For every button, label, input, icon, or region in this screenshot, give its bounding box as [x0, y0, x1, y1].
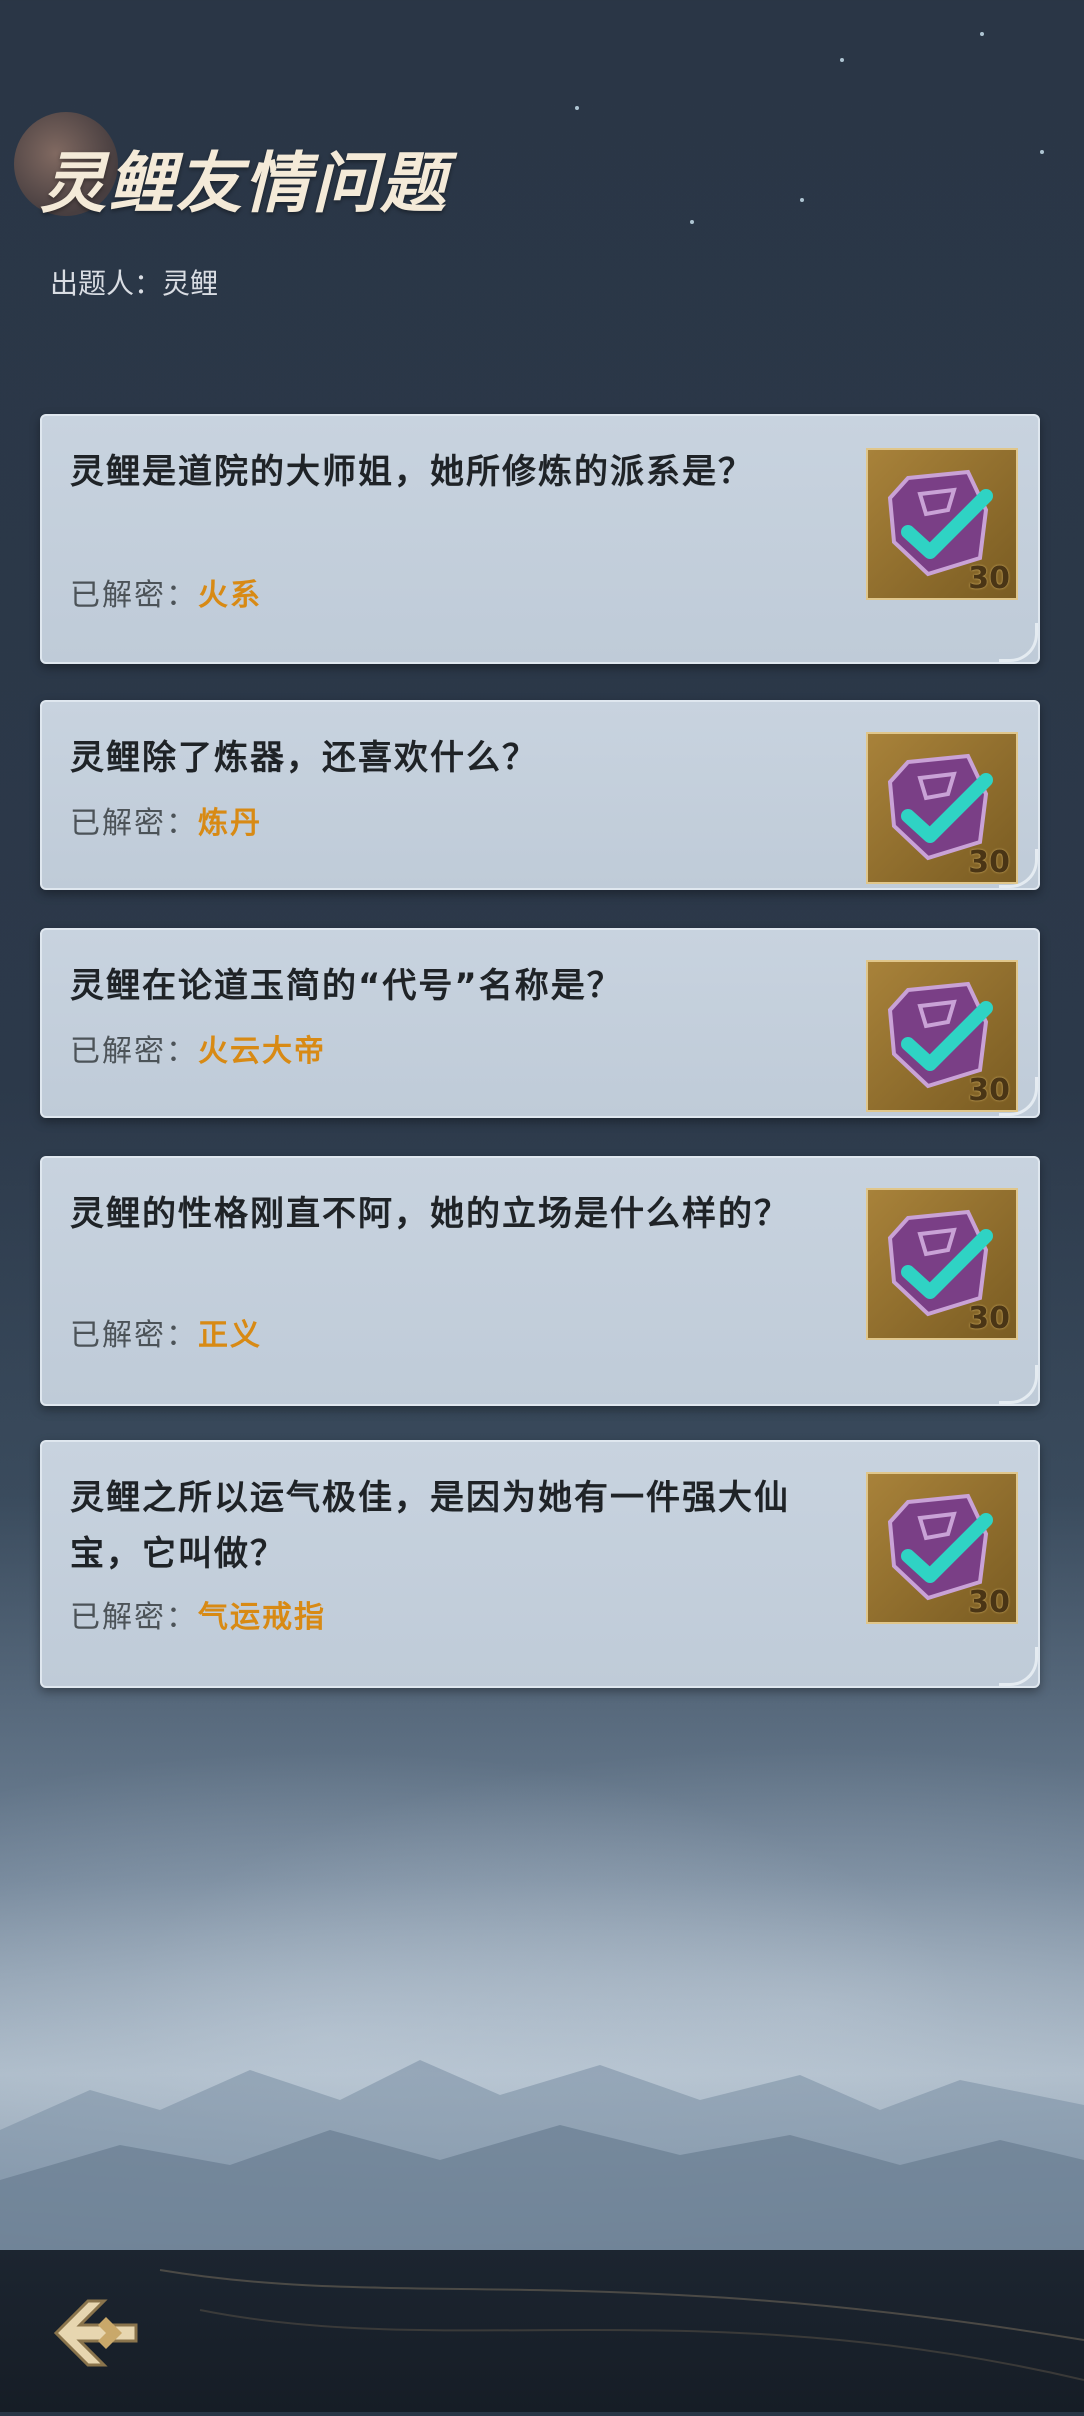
solved-badge: 30	[866, 960, 1018, 1112]
answer-label: 已解密：	[70, 1600, 198, 1635]
question-card[interactable]: 灵鲤是道院的大师姐，她所修炼的派系是？ 已解密：火系 30	[40, 414, 1040, 664]
answer-value: 正义	[198, 1318, 262, 1353]
reward-count: 30	[968, 1301, 1010, 1336]
answer-label: 已解密：	[70, 1034, 198, 1069]
answer-label: 已解密：	[70, 806, 198, 841]
answer-row: 已解密：炼丹	[70, 798, 262, 842]
bottom-bar	[0, 2250, 1084, 2412]
question-text: 灵鲤是道院的大师姐，她所修炼的派系是？	[70, 452, 754, 492]
solved-badge: 30	[866, 732, 1018, 884]
answer-value: 炼丹	[198, 806, 262, 841]
reward-count: 30	[968, 561, 1010, 596]
author-row: 出题人：灵鲤	[50, 262, 218, 302]
answer-row: 已解密：火系	[70, 570, 262, 614]
solved-badge: 30	[866, 1472, 1018, 1624]
solved-badge: 30	[866, 1188, 1018, 1340]
answer-label: 已解密：	[70, 1318, 198, 1353]
author-name: 灵鲤	[162, 267, 219, 300]
question-text: 灵鲤之所以运气极佳，是因为她有一件强大仙宝，它叫做？	[70, 1478, 790, 1574]
reward-count: 30	[968, 845, 1010, 880]
question-card[interactable]: 灵鲤在论道玉简的“代号”名称是？ 已解密：火云大帝 30	[40, 928, 1040, 1118]
bottom-swirl-decoration	[159, 2269, 1084, 2381]
question-text: 灵鲤在论道玉简的“代号”名称是？	[70, 966, 623, 1006]
reward-count: 30	[968, 1585, 1010, 1620]
answer-label: 已解密：	[70, 578, 198, 613]
answer-value: 火云大帝	[198, 1034, 326, 1069]
answer-row: 已解密：气运戒指	[70, 1592, 326, 1636]
reward-count: 30	[968, 1073, 1010, 1108]
question-text: 灵鲤除了炼器，还喜欢什么？	[70, 738, 538, 778]
page-title: 灵鲤友情问题	[40, 144, 448, 222]
solved-badge: 30	[866, 448, 1018, 600]
answer-value: 气运戒指	[198, 1600, 326, 1635]
answer-value: 火系	[198, 578, 262, 613]
background-mountains	[0, 2060, 1084, 2260]
back-arrow-icon[interactable]	[46, 2283, 146, 2383]
question-card[interactable]: 灵鲤除了炼器，还喜欢什么？ 已解密：炼丹 30	[40, 700, 1040, 890]
answer-row: 已解密：火云大帝	[70, 1026, 326, 1070]
question-text: 灵鲤的性格刚直不阿，她的立场是什么样的？	[70, 1194, 790, 1234]
answer-row: 已解密：正义	[70, 1310, 262, 1354]
question-card[interactable]: 灵鲤之所以运气极佳，是因为她有一件强大仙宝，它叫做？ 已解密：气运戒指 30	[40, 1440, 1040, 1688]
author-label: 出题人：	[50, 267, 163, 300]
question-card[interactable]: 灵鲤的性格刚直不阿，她的立场是什么样的？ 已解密：正义 30	[40, 1156, 1040, 1406]
